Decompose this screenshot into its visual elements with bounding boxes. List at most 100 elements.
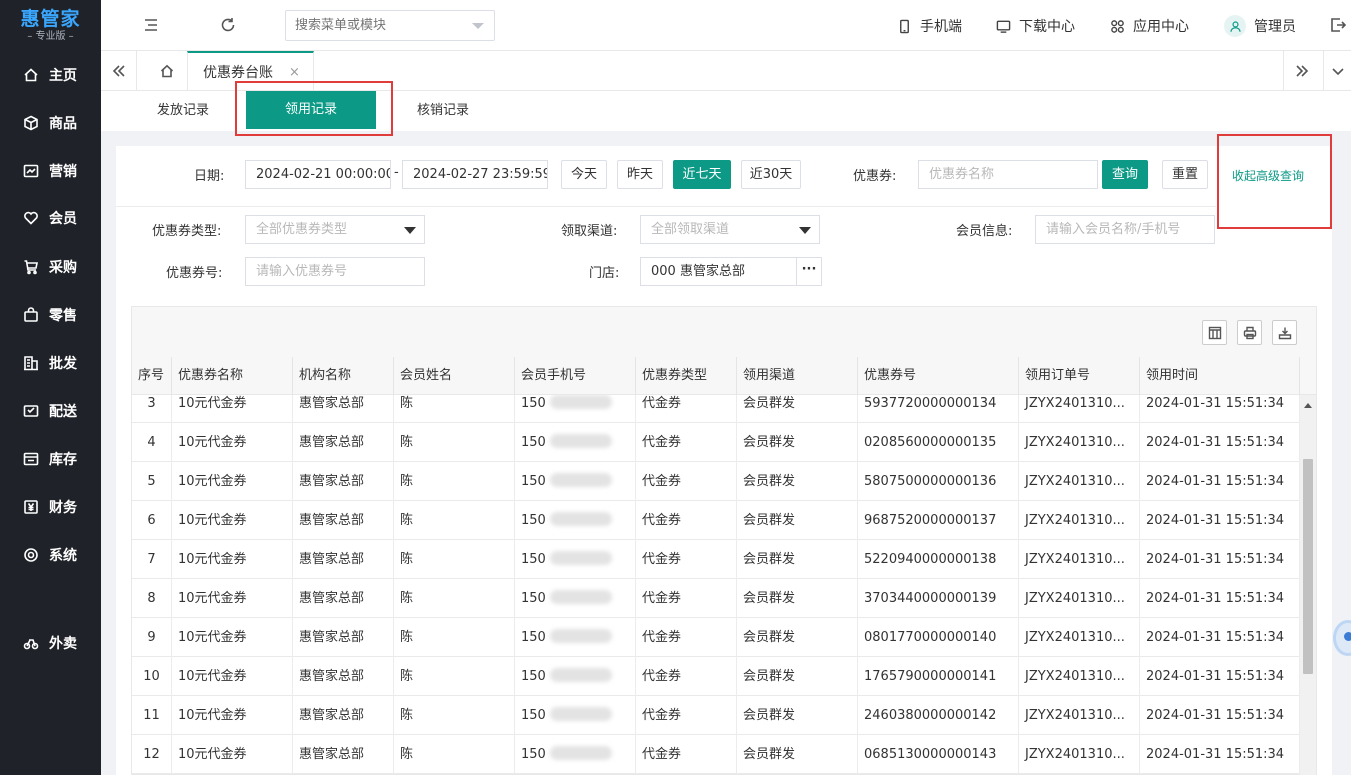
tab-coupon-ledger[interactable]: 优惠券台账 × <box>187 51 314 91</box>
tab-receive-records[interactable]: 领用记录 <box>246 91 376 129</box>
coupon-no-input[interactable]: 请输入优惠券号 <box>245 257 425 286</box>
collapse-advanced-query-link[interactable]: 收起高级查询 <box>1232 167 1304 184</box>
sidebar-item-home[interactable]: 主页 <box>0 55 101 95</box>
sidebar-item-cart[interactable]: 采购 <box>0 247 101 287</box>
table-row[interactable]: 11 10元代金券 惠管家总部 陈 150 代金券 会员群发 2460380000000142… <box>132 696 1300 735</box>
table-row[interactable]: 12 10元代金券 惠管家总部 陈 150 代金券 会员群发 0685130000000143… <box>132 735 1300 774</box>
column-header[interactable]: 领用时间 <box>1140 357 1300 395</box>
download-center-link[interactable]: 下载中心 <box>996 17 1075 35</box>
tabs-scroll-right-icon[interactable] <box>1283 51 1319 91</box>
sidebar-item-bag[interactable]: 零售 <box>0 295 101 335</box>
cell-text: 代金券 <box>642 630 682 645</box>
sidebar-item-heart[interactable]: 会员 <box>0 198 101 238</box>
cell-text: 150 <box>521 747 546 762</box>
cell-text: 3 <box>147 396 156 411</box>
menu-search-select[interactable] <box>285 10 495 41</box>
column-header[interactable]: 序号 <box>132 357 172 395</box>
table-cell: 150 <box>515 540 636 579</box>
table-cell: JZYX2401310... <box>1019 735 1140 774</box>
export-icon[interactable] <box>1272 320 1297 345</box>
table-cell: JZYX2401310... <box>1019 395 1140 423</box>
tab-redeem-records[interactable]: 核销记录 <box>417 91 469 131</box>
logout-icon[interactable] <box>1328 15 1348 35</box>
store-picker-button[interactable]: ··· <box>796 258 821 285</box>
column-header[interactable]: 优惠券号 <box>858 357 1019 395</box>
cell-text: 10元代金券 <box>178 552 247 567</box>
masked-phone <box>549 395 612 409</box>
cell-text: 11 <box>143 708 160 723</box>
reset-button[interactable]: 重置 <box>1162 160 1208 189</box>
channel-select[interactable]: 全部领取渠道 <box>640 215 820 244</box>
print-icon[interactable] <box>1237 320 1262 345</box>
today-button[interactable]: 今天 <box>561 160 607 189</box>
date-end-input[interactable]: 2024-02-27 23:59:59 <box>402 160 548 189</box>
tabs-scroll-left-icon[interactable] <box>101 51 137 91</box>
sidebar-item-bike[interactable]: 外卖 <box>0 623 101 663</box>
tabs-dropdown-icon[interactable] <box>1323 51 1351 91</box>
home-tab-icon[interactable] <box>147 51 187 91</box>
table-row[interactable]: 10 10元代金券 惠管家总部 陈 150 代金券 会员群发 1765790000000141… <box>132 657 1300 696</box>
table-row[interactable]: 7 10元代金券 惠管家总部 陈 150 代金券 会员群发 5220940000000138 J… <box>132 540 1300 579</box>
column-header[interactable]: 机构名称 <box>293 357 394 395</box>
table-cell: 陈 <box>394 696 515 735</box>
cell-text: 陈 <box>400 591 414 606</box>
column-header[interactable]: 优惠券类型 <box>636 357 737 395</box>
mobile-link[interactable]: 手机端 <box>897 17 962 35</box>
coupon-type-select[interactable]: 全部优惠券类型 <box>245 215 425 244</box>
sidebar-item-warehouse[interactable]: 库存 <box>0 439 101 479</box>
table-row[interactable]: 3 10元代金券 惠管家总部 陈 150 代金券 会员群发 5937720000000134 J… <box>132 395 1300 423</box>
sidebar-item-label: 库存 <box>49 452 77 468</box>
tab-issue-records[interactable]: 发放记录 <box>157 91 209 131</box>
scroll-thumb[interactable] <box>1303 459 1313 674</box>
sidebar-item-settings[interactable]: 系统 <box>0 535 101 575</box>
last-7-days-button[interactable]: 近七天 <box>673 160 731 189</box>
column-header[interactable]: 领用渠道 <box>737 357 858 395</box>
table-row[interactable]: 4 10元代金券 惠管家总部 陈 150 代金券 会员群发 0208560000000135 J… <box>132 423 1300 462</box>
cell-text: 0801770000000140 <box>864 630 997 645</box>
column-header[interactable]: 会员手机号 <box>515 357 636 395</box>
table-cell: 2024-01-31 15:51:34 <box>1140 579 1300 618</box>
scroll-up-arrow-icon[interactable] <box>1304 403 1312 408</box>
table-row[interactable]: 9 10元代金券 惠管家总部 陈 150 代金券 会员群发 0801770000000140 J… <box>132 618 1300 657</box>
user-menu[interactable]: 管理员 <box>1224 15 1296 37</box>
column-settings-icon[interactable] <box>1202 320 1227 345</box>
close-icon[interactable]: × <box>289 65 300 80</box>
table-cell: 7 <box>132 540 172 579</box>
sidebar-item-truck[interactable]: 配送 <box>0 391 101 431</box>
column-header[interactable]: 优惠券名称 <box>172 357 293 395</box>
cell-text: 陈 <box>400 474 414 489</box>
table-cell: 会员群发 <box>737 462 858 501</box>
table-vertical-scrollbar[interactable] <box>1300 395 1316 775</box>
member-info-input[interactable]: 请输入会员名称/手机号 <box>1035 215 1215 244</box>
column-header[interactable]: 领用订单号 <box>1019 357 1140 395</box>
cell-text: 惠管家总部 <box>299 396 365 411</box>
last-30-days-button[interactable]: 近30天 <box>741 160 801 189</box>
table-cell: 10元代金券 <box>172 735 293 774</box>
table-cell: 惠管家总部 <box>293 501 394 540</box>
menu-toggle-icon[interactable] <box>141 15 161 35</box>
yesterday-button[interactable]: 昨天 <box>617 160 663 189</box>
column-header[interactable]: 会员姓名 <box>394 357 515 395</box>
sidebar-item-label: 财务 <box>49 500 77 516</box>
sidebar-item-box[interactable]: 商品 <box>0 103 101 143</box>
cell-text: 陈 <box>400 396 414 411</box>
date-start-input[interactable]: 2024-02-21 00:00:00 <box>245 160 391 189</box>
refresh-icon[interactable] <box>218 15 238 35</box>
sidebar-item-yen[interactable]: 财务 <box>0 487 101 527</box>
sidebar-item-chart[interactable]: 营销 <box>0 151 101 191</box>
cell-text: 陈 <box>400 669 414 684</box>
coupon-name-input[interactable]: 优惠券名称 <box>918 160 1098 189</box>
table-row[interactable]: 6 10元代金券 惠管家总部 陈 150 代金券 会员群发 9687520000000137 J… <box>132 501 1300 540</box>
app-center-link[interactable]: 应用中心 <box>1110 17 1189 35</box>
table-row[interactable]: 8 10元代金券 惠管家总部 陈 150 代金券 会员群发 3703440000000139 J… <box>132 579 1300 618</box>
menu-search-input[interactable] <box>286 11 466 40</box>
table-row[interactable]: 5 10元代金券 惠管家总部 陈 150 代金券 会员群发 5807500000000136 J… <box>132 462 1300 501</box>
query-button[interactable]: 查询 <box>1102 160 1148 189</box>
sidebar-item-building[interactable]: 批发 <box>0 343 101 383</box>
store-select[interactable]: 000 惠管家总部 ··· <box>640 257 822 286</box>
table-cell: 陈 <box>394 579 515 618</box>
cell-text: 150 <box>521 513 546 528</box>
table-cell: 代金券 <box>636 395 737 423</box>
cell-text: 1765790000000141 <box>864 669 997 684</box>
sidebar-item-label: 批发 <box>49 356 77 372</box>
